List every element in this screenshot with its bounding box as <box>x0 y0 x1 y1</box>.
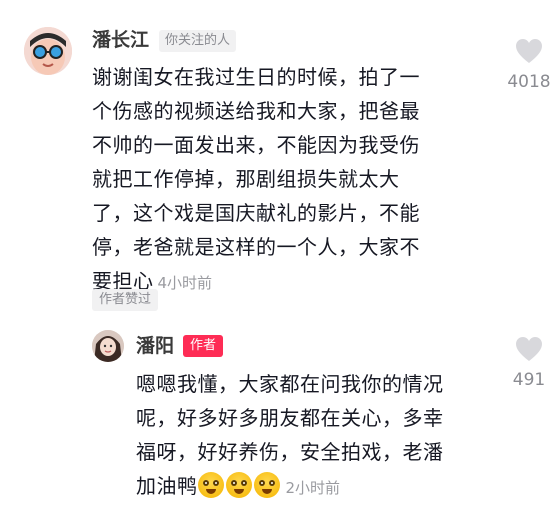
reply-timestamp: 2小时前 <box>285 479 341 497</box>
comment-line: 不帅的一面发出来，不能因为我受伤 <box>92 133 420 157</box>
comment-like-button[interactable]: 4018 <box>504 38 554 92</box>
avatar[interactable] <box>24 27 72 75</box>
reply-line: 加油鸭 <box>136 474 198 498</box>
avatar-image <box>92 330 124 362</box>
avatar-image <box>24 27 72 75</box>
laughing-face-emoji-icon <box>197 472 224 498</box>
reply-line: 嗯嗯我懂，大家都在问我你的情况 <box>136 372 444 396</box>
laughing-face-emoji-icon <box>225 472 252 498</box>
heart-icon <box>516 39 542 63</box>
reply-line: 福呀，好好养伤，安全拍戏，老潘 <box>136 440 444 464</box>
comment-line: 停，老爸就是这样的一个人，大家不 <box>92 235 420 259</box>
reply-avatar[interactable] <box>92 330 124 362</box>
comment-like-count: 4018 <box>507 72 551 92</box>
comment-text: 谢谢闺女在我过生日的时候，拍了一 个伤感的视频送给我和大家，把爸最 不帅的一面发… <box>92 60 492 300</box>
following-badge: 你关注的人 <box>159 30 237 52</box>
comment-timestamp: 4小时前 <box>157 274 213 292</box>
comment-line: 就把工作停掉，那剧组损失就太大 <box>92 167 400 191</box>
comment-author-name[interactable]: 潘长江 <box>92 28 149 52</box>
reply-text: 嗯嗯我懂，大家都在问我你的情况 呢，好多好多朋友都在关心，多幸 福呀，好好养伤，… <box>136 367 506 505</box>
author-liked-badge: 作者赞过 <box>92 289 159 311</box>
laughing-face-emoji-icon <box>253 472 280 498</box>
comment-line: 个伤感的视频送给我和大家，把爸最 <box>92 99 420 123</box>
reply-line-last: 加油鸭 2小时前 <box>136 469 506 505</box>
comment-line: 了，这个戏是国庆献礼的影片，不能 <box>92 201 420 225</box>
reply-like-button[interactable]: 491 <box>504 336 554 390</box>
heart-icon <box>516 337 542 361</box>
reply-like-count: 491 <box>512 370 546 390</box>
reply-line: 呢，好多好多朋友都在关心，多幸 <box>136 406 444 430</box>
comment-line: 谢谢闺女在我过生日的时候，拍了一 <box>92 65 420 89</box>
reply-author-name[interactable]: 潘阳 <box>136 334 174 358</box>
author-badge: 作者 <box>183 335 224 357</box>
